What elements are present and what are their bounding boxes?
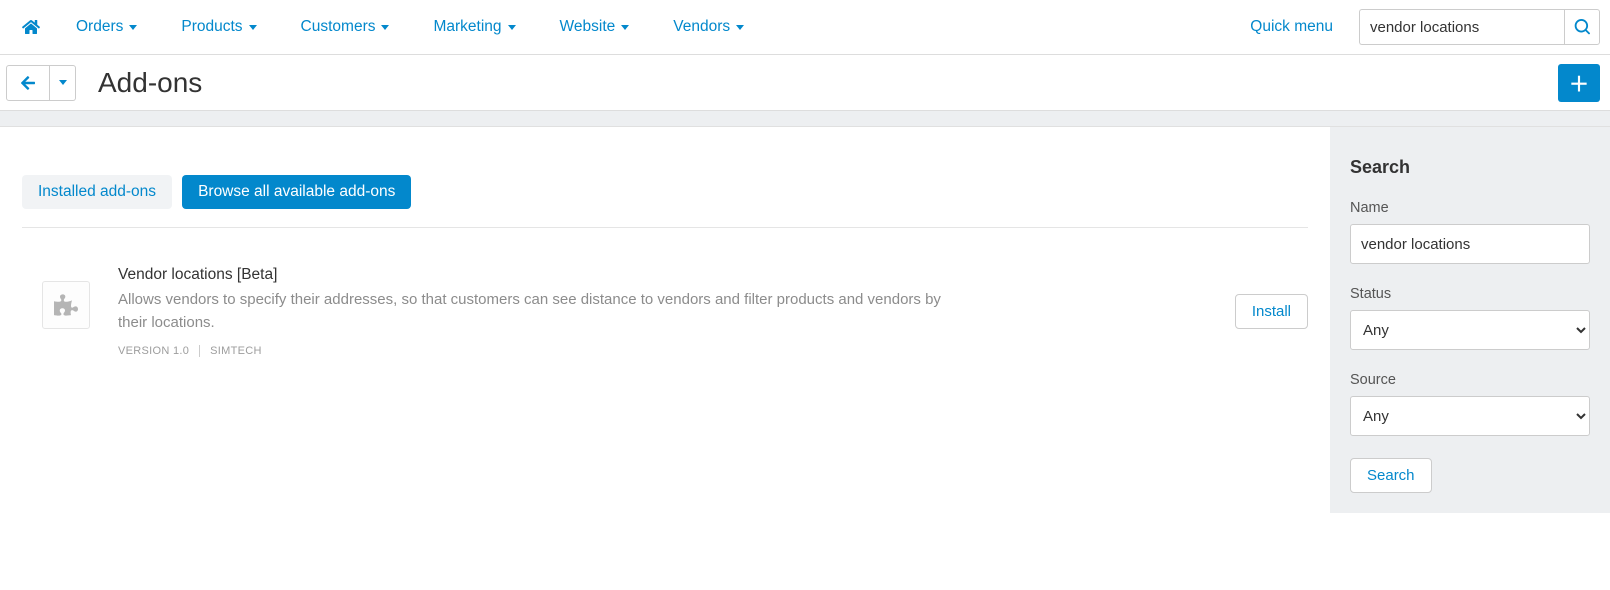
addon-description: Allows vendors to specify their addresse… xyxy=(118,288,968,335)
nav-marketing[interactable]: Marketing xyxy=(411,0,537,54)
chevron-down-icon xyxy=(508,25,516,30)
nav-vendors[interactable]: Vendors xyxy=(651,0,766,54)
search-sidebar: Search Name Status Any Source Any Search xyxy=(1330,127,1610,513)
addon-vendor: SIMTECH xyxy=(210,345,262,357)
addon-icon-box xyxy=(42,281,90,329)
chevron-down-icon xyxy=(736,25,744,30)
page-header: Add-ons ＋ xyxy=(0,55,1610,110)
sidebar-name-input[interactable] xyxy=(1350,224,1590,264)
sidebar-source-label: Source xyxy=(1350,372,1590,388)
addon-version: VERSION 1.0 xyxy=(118,345,189,357)
separator xyxy=(199,345,200,357)
install-button[interactable]: Install xyxy=(1235,294,1308,329)
chevron-down-icon xyxy=(249,25,257,30)
nav-customers-label: Customers xyxy=(301,18,376,36)
addon-tabs: Installed add-ons Browse all available a… xyxy=(22,175,1308,228)
plus-icon: ＋ xyxy=(1569,68,1589,97)
puzzle-icon xyxy=(54,293,78,317)
nav-marketing-label: Marketing xyxy=(433,18,501,36)
nav-products-label: Products xyxy=(181,18,242,36)
sidebar-title: Search xyxy=(1350,157,1590,178)
nav-orders[interactable]: Orders xyxy=(54,0,159,54)
arrow-left-icon xyxy=(20,75,36,91)
chevron-down-icon xyxy=(621,25,629,30)
nav-products[interactable]: Products xyxy=(159,0,278,54)
back-dropdown[interactable] xyxy=(50,65,76,101)
chevron-down-icon xyxy=(129,25,137,30)
nav-customers[interactable]: Customers xyxy=(279,0,412,54)
main-panel: Installed add-ons Browse all available a… xyxy=(0,127,1330,513)
global-search-input[interactable] xyxy=(1359,9,1564,45)
nav-website-label: Website xyxy=(560,18,616,36)
nav-home[interactable] xyxy=(8,0,54,54)
add-button[interactable]: ＋ xyxy=(1558,64,1600,102)
sidebar-search-button[interactable]: Search xyxy=(1350,458,1432,493)
tab-installed-addons[interactable]: Installed add-ons xyxy=(22,175,172,209)
global-search xyxy=(1359,9,1600,45)
nav-orders-label: Orders xyxy=(76,18,123,36)
addon-meta: VERSION 1.0 SIMTECH xyxy=(118,345,1235,357)
nav-vendors-label: Vendors xyxy=(673,18,730,36)
home-icon xyxy=(22,19,40,35)
back-button[interactable] xyxy=(6,65,50,101)
global-search-button[interactable] xyxy=(1564,9,1600,45)
sidebar-status-select[interactable]: Any xyxy=(1350,310,1590,350)
tab-browse-addons[interactable]: Browse all available add-ons xyxy=(182,175,411,209)
sidebar-name-label: Name xyxy=(1350,200,1590,216)
chevron-down-icon xyxy=(381,25,389,30)
addon-row: Vendor locations [Beta] Allows vendors t… xyxy=(22,258,1308,377)
divider-strip xyxy=(0,111,1610,127)
quick-menu[interactable]: Quick menu xyxy=(1228,18,1355,36)
page-title: Add-ons xyxy=(98,67,202,99)
sidebar-status-label: Status xyxy=(1350,286,1590,302)
search-icon xyxy=(1574,19,1590,35)
sidebar-source-select[interactable]: Any xyxy=(1350,396,1590,436)
nav-website[interactable]: Website xyxy=(538,0,652,54)
chevron-down-icon xyxy=(59,80,67,85)
addon-title: Vendor locations [Beta] xyxy=(118,266,1235,284)
top-nav: Orders Products Customers Marketing Webs… xyxy=(0,0,1610,55)
